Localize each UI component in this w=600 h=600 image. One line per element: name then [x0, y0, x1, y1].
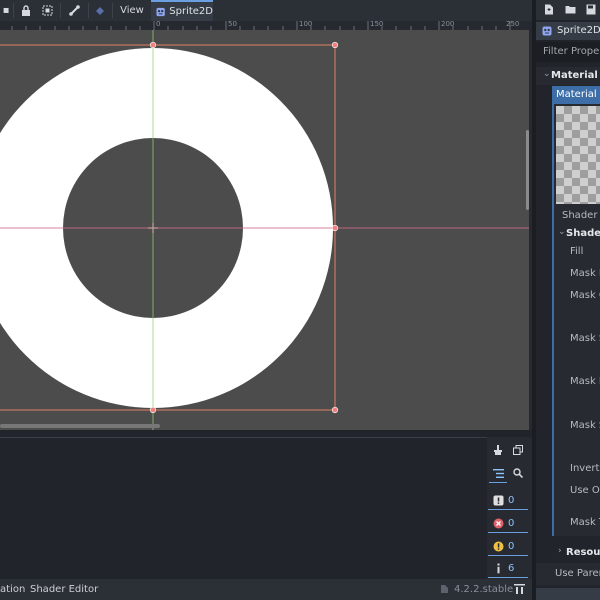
toolbar-separator [88, 3, 89, 18]
filter-properties-input[interactable]: Filter Propert [536, 42, 600, 62]
tab-sprite2d-label: Sprite2D [169, 6, 213, 17]
shader-parameters-header[interactable]: Shader F [566, 228, 600, 239]
bone-icon[interactable] [64, 0, 84, 21]
warnings-toggle[interactable]: 0 [488, 537, 528, 556]
new-resource-icon[interactable] [544, 4, 554, 15]
resource-section-header[interactable]: Resourc [566, 547, 600, 558]
toolbar-separator [13, 3, 14, 18]
material-preview[interactable] [556, 106, 600, 204]
sprite2d-icon [542, 26, 552, 36]
inspector-panel: Sprite2D Filter Propert ⌄ Material Mater… [532, 0, 600, 600]
material-property-header[interactable]: Material [552, 86, 600, 104]
copy-icon[interactable] [509, 441, 527, 459]
param-mask-texture-label: Mask Te [570, 517, 600, 528]
section-material-label: Material [551, 70, 598, 81]
shader-label: Shader [562, 210, 598, 221]
ruler-tick-label: 200 [441, 20, 455, 28]
tab-sprite2d[interactable]: Sprite2D [151, 0, 213, 21]
filter-properties-placeholder: Filter Propert [543, 46, 600, 57]
group-icon[interactable] [38, 0, 56, 21]
param-fill-label: Fill [570, 246, 584, 257]
sprite2d-icon [156, 7, 165, 16]
chevron-right-icon: › [558, 546, 562, 556]
ruler-tick-label: 50 [228, 20, 237, 28]
inspector-toolbar [536, 0, 600, 20]
errors-toggle[interactable]: 0 [488, 514, 528, 533]
filter-lines-icon[interactable] [489, 464, 507, 483]
search-icon[interactable] [509, 464, 527, 482]
bottom-tab-bar: ation Shader Editor 4.2.2.stable [0, 579, 532, 600]
script-icon[interactable] [92, 0, 108, 21]
errors-info-count: 0 [508, 494, 515, 506]
use-parent-material-label: Use Paren [555, 568, 600, 579]
version-icon [441, 585, 448, 593]
toolbar-separator [112, 3, 113, 18]
messages-toggle[interactable]: 6 [488, 559, 528, 578]
material-property-label: Material [556, 89, 597, 100]
param-use-other-label: Use Oth [570, 485, 600, 496]
errors-count: 0 [508, 517, 515, 529]
view-menu-button[interactable]: View [114, 0, 150, 21]
param-invert-mask-label: Invert M [570, 463, 600, 474]
viewport-scrollbar-horizontal[interactable] [0, 424, 160, 428]
resize-handle-bottom[interactable] [149, 406, 157, 414]
tab-animation[interactable]: ation [0, 584, 25, 595]
messages-count: 6 [508, 562, 515, 574]
message-icon [493, 495, 503, 505]
editor-toolbar: ▪ View Sprite2D [0, 0, 532, 21]
chevron-down-icon: ⌄ [543, 69, 551, 79]
tab-shader-editor[interactable]: Shader Editor [30, 584, 98, 595]
ruler-tick-label: 250 [506, 20, 520, 28]
error-icon [493, 518, 503, 528]
param-mask-round-label: Mask Ro [570, 376, 600, 387]
resize-handle-right[interactable] [331, 224, 339, 232]
section-material-header[interactable]: ⌄ Material [536, 67, 600, 85]
output-panel [0, 437, 487, 580]
open-folder-icon[interactable] [565, 5, 576, 14]
ruler-tick-label: 0 [156, 20, 161, 28]
pin-panel-icon[interactable] [514, 584, 525, 594]
toolbar-overflow-button[interactable]: ▪ [0, 0, 12, 21]
resize-handle-top[interactable] [149, 41, 157, 49]
param-mask-scale-label: Mask Sc [570, 420, 600, 431]
chevron-down-icon: ⌄ [558, 227, 566, 237]
viewport-scrollbar-vertical[interactable] [526, 130, 529, 210]
resize-handle-top-right[interactable] [331, 41, 339, 49]
clear-output-icon[interactable] [489, 441, 507, 459]
inspector-node-path[interactable]: Sprite2D [536, 22, 600, 40]
info-icon [497, 563, 499, 573]
toolbar-separator [60, 3, 61, 18]
ruler-tick-label: 100 [299, 20, 313, 28]
save-icon[interactable] [586, 4, 596, 15]
ruler-tick-label: 150 [370, 20, 384, 28]
errors-info-toggle[interactable]: 0 [488, 491, 528, 510]
lock-icon[interactable] [17, 0, 35, 21]
canvas-viewport[interactable] [0, 30, 529, 430]
inspector-node-name: Sprite2D [557, 25, 600, 36]
inspector-bottom-bar [536, 588, 600, 600]
use-parent-material-row[interactable]: Use Paren [536, 563, 600, 585]
warning-icon [493, 541, 503, 551]
warnings-count: 0 [508, 540, 515, 552]
param-mask-offset-label: Mask Of [570, 290, 600, 301]
param-mask-rotation-label: Mask Ro [570, 268, 600, 279]
param-mask-size-label: Mask Siz [570, 333, 600, 344]
resize-handle-bottom-right[interactable] [331, 406, 339, 414]
engine-version: 4.2.2.stable [454, 584, 514, 595]
